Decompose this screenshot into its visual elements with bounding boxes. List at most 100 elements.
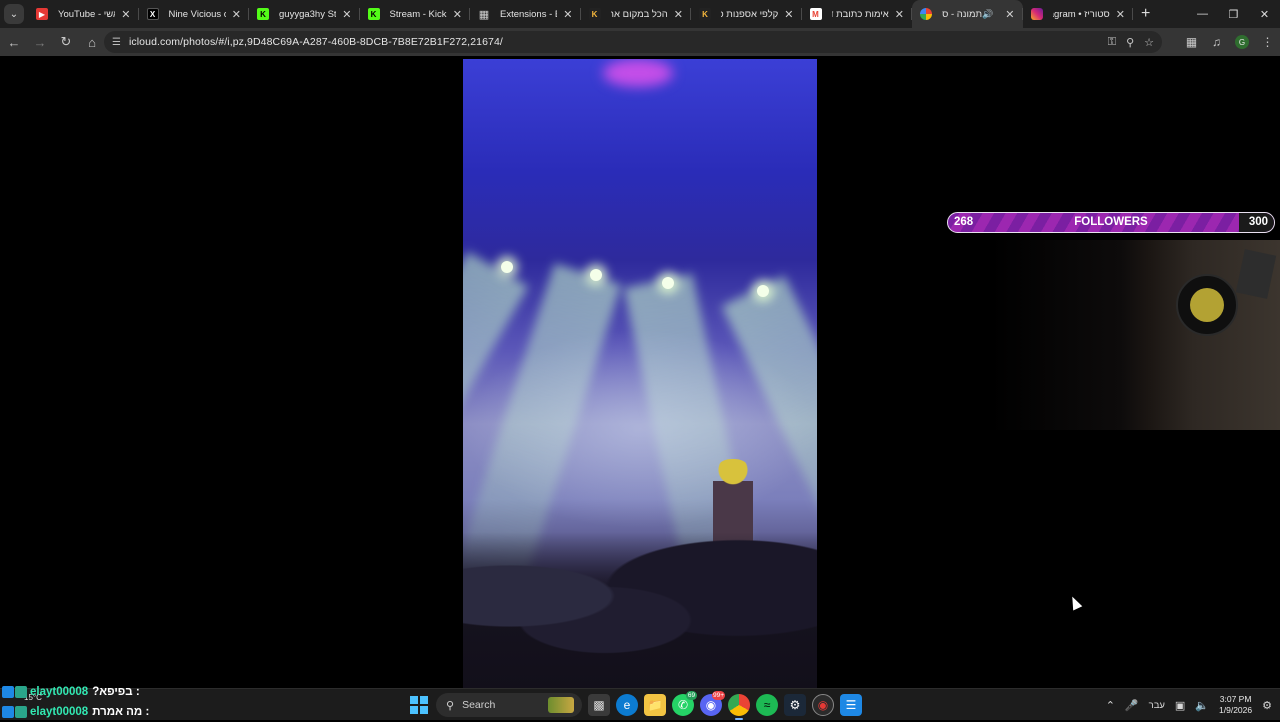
task-view-icon[interactable]: ▩ (588, 694, 610, 716)
page-content: 268 FOLLOWERS 300 (0, 56, 1280, 688)
new-tab-plus-icon[interactable]: + (1141, 5, 1150, 23)
discord-icon[interactable]: ◉ 99+ (700, 691, 725, 716)
kick-icon: K (257, 8, 269, 20)
clock[interactable]: 3:07 PM 1/9/2026 (1219, 694, 1252, 716)
tab-collectible-cards[interactable]: K קלפי אספנות פוק ✕ (691, 0, 802, 28)
clock-time: 3:07 PM (1219, 694, 1252, 704)
photos-icon (920, 8, 932, 20)
profile-avatar[interactable]: G (1235, 35, 1249, 49)
chrome-icon[interactable] (728, 694, 750, 720)
taskbar-apps: ⚲ Search ▩ e 📁 ✆ 69 ◉ 99+ ≈ ⚙ ◉ ☰ (408, 691, 862, 720)
address-bar[interactable]: ☰ icloud.com/photos/#/i,pz,9D48C69A-A287… (104, 31, 1162, 53)
close-tab-icon[interactable]: ✕ (784, 8, 793, 21)
address-bar-actions: ⚿ ⚲ ☆ (1108, 31, 1154, 53)
youtube-icon: ▶ (36, 8, 48, 20)
tab-youtube[interactable]: ▶ YouTube - באשי ✕ (28, 0, 139, 28)
tab-kick-stream[interactable]: K guyyga3hy Stream ✕ (249, 0, 360, 28)
obs-icon[interactable]: ◉ (812, 694, 834, 716)
tab-title: Nine Vicious on X (168, 8, 226, 20)
search-icon: ⚲ (446, 699, 455, 712)
chat-message: elayt00008 : בפיפא? (2, 682, 149, 702)
close-tab-icon[interactable]: ✕ (342, 8, 351, 21)
followers-goal-bar: 268 FOLLOWERS 300 (947, 212, 1275, 233)
spotify-icon[interactable]: ≈ (756, 694, 778, 716)
speaker-icon[interactable]: 🔊 (982, 9, 993, 20)
instagram-icon (1030, 8, 1043, 20)
close-tab-icon[interactable]: ✕ (121, 8, 130, 21)
site-icon: K (699, 8, 711, 20)
volume-icon[interactable]: 🔈 (1195, 699, 1209, 712)
tab-all-in-one[interactable]: K הכל במקום אחד ✕ (581, 0, 692, 28)
url-text[interactable]: icloud.com/photos/#/i,pz,9D48C69A-A287-4… (129, 36, 503, 48)
stream-chat-overlay: elayt00008 : בפיפא? elayt00008 : מה אמרת (2, 682, 149, 722)
close-tab-icon[interactable]: ✕ (453, 8, 462, 21)
system-tray: ⌃ 🎤 עבר ▣ 🔈 3:07 PM 1/9/2026 ⚙ (1106, 689, 1272, 721)
microphone-icon[interactable]: 🎤 (1125, 699, 1139, 712)
concert-photo[interactable] (463, 59, 817, 688)
webcam-overlay (990, 240, 1280, 430)
file-explorer-icon[interactable]: 📁 (644, 694, 666, 716)
edge-icon[interactable]: e (616, 694, 638, 716)
search-label: Search (462, 699, 496, 711)
tab-icloud-photo[interactable]: תמונה - ספרי 🔊 ✕ (912, 0, 1023, 28)
close-tab-icon[interactable]: ✕ (674, 8, 683, 21)
tab-x-nine-vicious[interactable]: X Nine Vicious on X ✕ (139, 0, 250, 28)
tab-title: guyyga3hy Stream (279, 8, 337, 20)
site-settings-icon[interactable]: ☰ (112, 37, 121, 48)
close-window-icon[interactable]: ✕ (1249, 8, 1280, 21)
steam-icon[interactable]: ⚙ (784, 694, 806, 716)
home-icon[interactable]: ⌂ (80, 30, 104, 54)
close-tab-icon[interactable]: ✕ (232, 8, 241, 21)
chat-text: : בפיפא? (92, 686, 140, 698)
forward-arrow-icon[interactable]: → (28, 30, 52, 54)
tab-title: Stream - Kick Das (389, 8, 447, 20)
network-icon[interactable]: ▣ (1175, 699, 1185, 712)
toolbar-right: ▦ ♫ G ⋮ (1179, 28, 1280, 56)
stage-lamp (501, 261, 513, 273)
wall-poster (1235, 249, 1277, 299)
taskbar-search[interactable]: ⚲ Search (436, 693, 582, 717)
close-tab-icon[interactable]: ✕ (1005, 8, 1014, 21)
tab-instagram[interactable]: סטוריז • stagram ✕ (1023, 0, 1134, 28)
start-windows-icon[interactable] (408, 694, 430, 716)
followers-goal: 300 (1248, 216, 1268, 228)
minimize-icon[interactable]: — (1187, 8, 1218, 20)
menu-kebab-icon[interactable]: ⋮ (1255, 35, 1280, 49)
zoom-icon[interactable]: ⚲ (1126, 36, 1134, 49)
extensions-icon[interactable]: ▦ (1179, 35, 1204, 49)
chevron-up-icon[interactable]: ⌃ (1106, 699, 1115, 712)
search-highlight-image (548, 697, 574, 713)
subscriber-badge-icon (15, 686, 27, 698)
language-indicator[interactable]: עבר (1149, 700, 1165, 711)
whatsapp-badge: 69 (686, 691, 697, 700)
close-tab-icon[interactable]: ✕ (895, 8, 904, 21)
tab-title: YouTube - באשי (58, 8, 115, 20)
tab-gmail-verify[interactable]: M אימות כתובת דוא ✕ (802, 0, 913, 28)
tab-title: Extensions - Enha (500, 8, 557, 20)
tab-title: קלפי אספנות פוק (721, 8, 779, 20)
media-controls-icon[interactable]: ♫ (1204, 35, 1229, 49)
password-key-icon[interactable]: ⚿ (1108, 36, 1116, 49)
chat-text: : מה אמרת (92, 706, 150, 718)
close-tab-icon[interactable]: ✕ (1116, 8, 1125, 21)
window-controls: — ❐ ✕ (1187, 0, 1280, 28)
whatsapp-icon[interactable]: ✆ 69 (672, 691, 697, 716)
subscriber-badge-icon (15, 706, 27, 718)
tab-kick-dashboard[interactable]: K Stream - Kick Das ✕ (360, 0, 471, 28)
tab-search-chevron-icon[interactable]: ⌄ (4, 4, 24, 24)
site-icon: K (588, 8, 601, 20)
close-tab-icon[interactable]: ✕ (563, 8, 572, 21)
puzzle-icon: ▦ (478, 8, 490, 21)
tab-title: הכל במקום אחד (610, 8, 668, 20)
back-arrow-icon[interactable]: ← (2, 30, 26, 54)
tab-extensions[interactable]: ▦ Extensions - Enha ✕ (470, 0, 581, 28)
bookmark-star-icon[interactable]: ☆ (1144, 36, 1154, 49)
notepad-icon[interactable]: ☰ (840, 694, 862, 716)
wall-record-decor (1176, 274, 1238, 336)
stage-haze (463, 329, 817, 529)
reload-icon[interactable]: ↻ (54, 30, 78, 54)
browser-toolbar: ← → ↻ ⌂ ☰ icloud.com/photos/#/i,pz,9D48C… (0, 28, 1280, 56)
browser-tab-strip: ⌄ ▶ YouTube - באשי ✕ X Nine Vicious on X… (0, 0, 1280, 28)
notification-bell-icon[interactable]: ⚙ (1262, 699, 1272, 712)
restore-icon[interactable]: ❐ (1218, 8, 1249, 21)
